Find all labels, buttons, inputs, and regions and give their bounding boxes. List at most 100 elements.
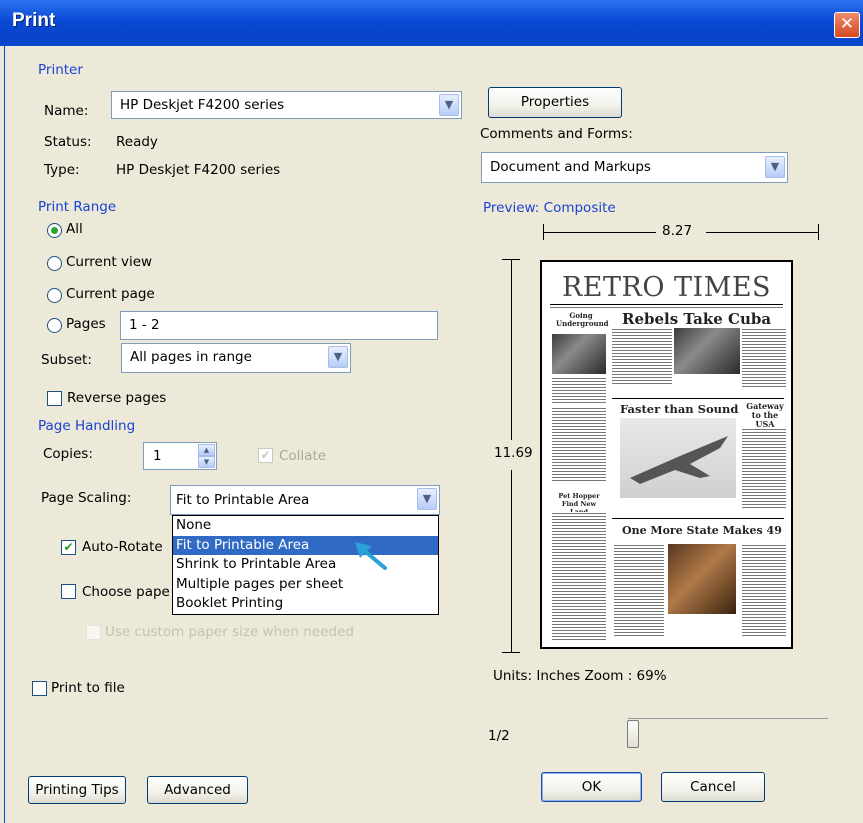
- auto-rotate-label: Auto-Rotate: [82, 539, 163, 555]
- comments-forms-label: Comments and Forms:: [480, 126, 633, 142]
- text-block: [552, 512, 606, 640]
- units-zoom-label: Units: Inches Zoom : 69%: [493, 668, 667, 684]
- radio-current-view[interactable]: [47, 256, 62, 271]
- chevron-down-icon: ▼: [328, 346, 348, 368]
- properties-button[interactable]: Properties: [488, 87, 622, 118]
- page-scaling-value: Fit to Printable Area: [176, 492, 310, 508]
- width-value: 8.27: [662, 223, 693, 239]
- page-scaling-dropdown-list: None Fit to Printable Area Shrink to Pri…: [172, 515, 439, 615]
- text-block: [552, 377, 606, 403]
- page-preview: RETRO TIMES Rebels Take Cuba Going Under…: [540, 260, 793, 649]
- copies-label: Copies:: [43, 446, 93, 462]
- print-to-file-checkbox[interactable]: [32, 681, 47, 696]
- radio-current-view-label: Current view: [66, 254, 153, 270]
- photo-alaska: [668, 544, 736, 614]
- chevron-down-icon: ▼: [417, 488, 437, 510]
- side-headline-2: Gateway to the USA: [746, 401, 784, 429]
- copies-value: 1: [153, 448, 162, 464]
- radio-current-page-label: Current page: [66, 286, 155, 302]
- collate-label: Collate: [279, 448, 327, 464]
- ok-button[interactable]: OK: [541, 772, 642, 802]
- custom-paper-label: Use custom paper size when needed: [105, 624, 354, 640]
- comments-forms-select[interactable]: Document and Markups ▼: [481, 152, 788, 183]
- copies-spinner[interactable]: 1 ▲ ▼: [143, 442, 217, 470]
- collate-checkbox[interactable]: ✔: [258, 448, 273, 463]
- printer-group-label: Printer: [38, 62, 83, 78]
- pages-input-value: 1 - 2: [129, 317, 160, 333]
- photo-cuba: [674, 328, 740, 374]
- radio-pages[interactable]: [47, 318, 62, 333]
- reverse-pages-checkbox[interactable]: [47, 391, 62, 406]
- text-block: [552, 407, 606, 483]
- width-tick-right: [818, 224, 823, 240]
- headline-1: Rebels Take Cuba: [622, 310, 772, 328]
- page-scaling-select[interactable]: Fit to Printable Area ▼: [170, 485, 440, 515]
- headline-2: Faster than Sound: [620, 402, 739, 416]
- width-line-left: [544, 232, 656, 233]
- width-line-right: [706, 232, 818, 233]
- subset-select[interactable]: All pages in range ▼: [121, 343, 351, 373]
- page-slider-track[interactable]: [628, 718, 828, 719]
- preview-label: Preview: Composite: [483, 200, 616, 216]
- type-value: HP Deskjet F4200 series: [116, 162, 281, 178]
- radio-all[interactable]: [47, 223, 62, 238]
- cancel-button[interactable]: Cancel: [661, 772, 765, 802]
- photo-concorde: [620, 418, 736, 498]
- status-value: Ready: [116, 134, 158, 150]
- spin-up-icon[interactable]: ▲: [198, 444, 215, 456]
- scaling-option-fit[interactable]: Fit to Printable Area: [173, 535, 438, 555]
- page-slider-thumb[interactable]: [627, 720, 639, 748]
- title-bar: Print ✕: [0, 0, 863, 46]
- close-button[interactable]: ✕: [834, 12, 860, 38]
- reverse-pages-label: Reverse pages: [67, 390, 167, 406]
- scaling-option-shrink[interactable]: Shrink to Printable Area: [173, 555, 438, 575]
- height-tick-bottom: [502, 652, 520, 653]
- mouse-cursor-arrow-icon: [355, 542, 387, 570]
- dateline: [550, 306, 783, 309]
- text-block: [742, 544, 786, 636]
- scaling-option-multiple[interactable]: Multiple pages per sheet: [173, 575, 438, 595]
- printer-name-label: Name:: [44, 103, 89, 119]
- photo-underground: [552, 334, 606, 374]
- spin-down-icon[interactable]: ▼: [198, 456, 215, 468]
- printer-name-select[interactable]: HP Deskjet F4200 series ▼: [111, 91, 462, 119]
- advanced-button[interactable]: Advanced: [147, 776, 248, 804]
- printing-tips-button[interactable]: Printing Tips: [28, 776, 126, 804]
- height-value: 11.69: [494, 445, 533, 461]
- page-handling-group-label: Page Handling: [38, 418, 136, 434]
- auto-rotate-checkbox[interactable]: ✔: [61, 540, 76, 555]
- text-block: [742, 328, 786, 388]
- scaling-option-none[interactable]: None: [173, 516, 438, 536]
- type-label: Type:: [44, 162, 80, 178]
- headline-3: One More State Makes 49: [622, 524, 782, 537]
- status-label: Status:: [44, 134, 92, 150]
- newspaper-masthead: RETRO TIMES: [561, 272, 772, 303]
- print-range-group-label: Print Range: [38, 199, 117, 215]
- chevron-down-icon: ▼: [765, 156, 785, 178]
- radio-all-label: All: [66, 221, 83, 237]
- radio-pages-label: Pages: [66, 316, 106, 332]
- page-scaling-label: Page Scaling:: [41, 490, 132, 506]
- height-line-top: [511, 260, 512, 440]
- height-line-bottom: [511, 470, 512, 652]
- section-rule: [612, 398, 784, 399]
- choose-paper-checkbox[interactable]: [61, 584, 76, 599]
- printer-name-value: HP Deskjet F4200 series: [120, 97, 285, 113]
- custom-paper-checkbox[interactable]: [86, 625, 101, 640]
- close-icon: ✕: [839, 14, 855, 34]
- chevron-down-icon: ▼: [439, 94, 459, 116]
- window-title: Print: [12, 10, 56, 31]
- masthead-rule: [550, 304, 783, 305]
- choose-paper-label: Choose pape: [82, 584, 170, 600]
- side-headline-1: Going Underground: [556, 311, 609, 328]
- scaling-option-booklet[interactable]: Booklet Printing: [173, 594, 438, 614]
- pages-input[interactable]: 1 - 2: [120, 311, 438, 340]
- subset-label: Subset:: [41, 352, 92, 368]
- section-rule: [612, 518, 784, 519]
- page-indicator: 1/2: [488, 728, 510, 744]
- text-block: [614, 544, 664, 636]
- subset-value: All pages in range: [130, 349, 252, 365]
- radio-current-page[interactable]: [47, 288, 62, 303]
- text-block: [612, 328, 672, 386]
- print-to-file-label: Print to file: [51, 680, 125, 696]
